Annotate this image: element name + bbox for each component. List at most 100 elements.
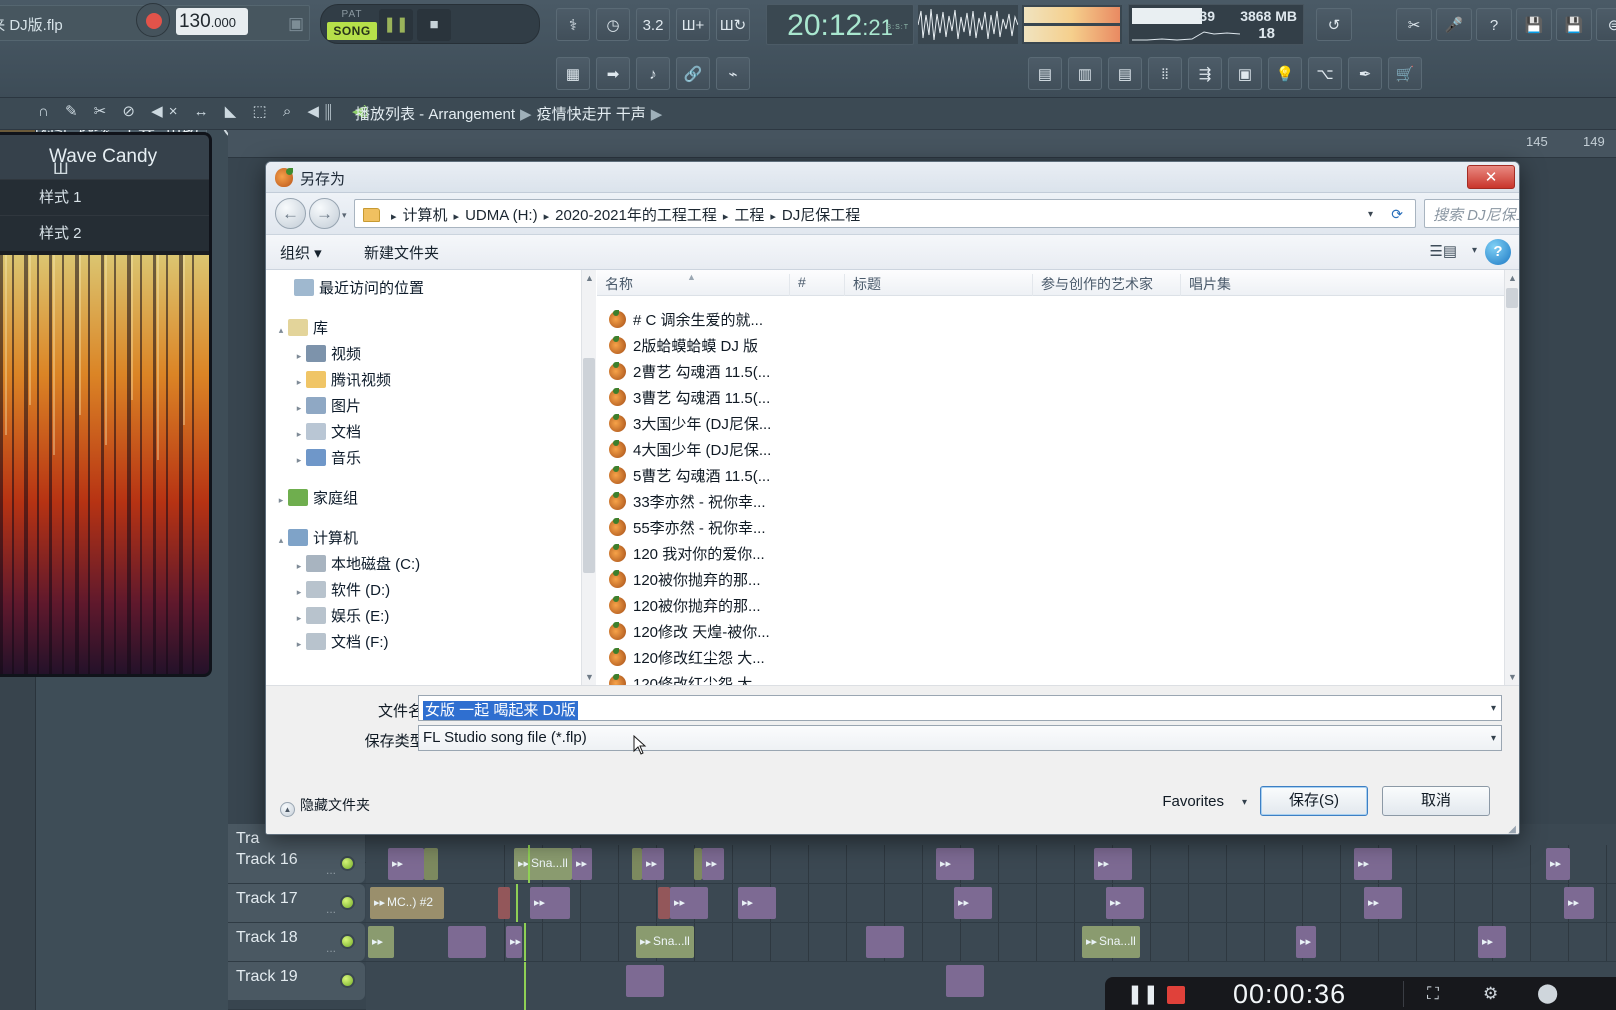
- save-as-dialog[interactable]: 另存为 ✕ ← → ▾ ▸ 计算机 ▸ UDMA (H:) ▸ 2020-2021年的工程…: [265, 161, 1520, 835]
- playlist-clip[interactable]: ▸▸: [530, 887, 570, 919]
- browser-icon[interactable]: ▤: [1108, 57, 1142, 90]
- tree-item-computer[interactable]: ▴ 计算机: [266, 526, 595, 552]
- close-icon[interactable]: ✕: [1467, 165, 1515, 189]
- chevron-down-icon[interactable]: ▾: [1242, 797, 1247, 808]
- playlist-clip[interactable]: ▸▸: [1354, 848, 1392, 880]
- track-row[interactable]: Track 16 ... ▸▸ ▸▸ Sna...ll ▸▸ ▸▸ ▸▸ ▸▸ …: [228, 845, 1616, 884]
- save-button[interactable]: 保存(S): [1260, 786, 1368, 816]
- camera-icon[interactable]: ⬤: [1537, 982, 1558, 1005]
- save-as-icon[interactable]: 💾: [1556, 8, 1592, 41]
- playlist-clip[interactable]: ▸▸ Sna...ll: [514, 848, 572, 880]
- search-input[interactable]: 搜索 DJ尼保工程 ⌕: [1424, 199, 1519, 228]
- expand-icon[interactable]: ▸: [292, 631, 306, 657]
- record-button[interactable]: [136, 3, 170, 37]
- piano-roll-icon[interactable]: ▥: [1068, 57, 1102, 90]
- breadcrumb-segment[interactable]: 工程: [734, 207, 764, 224]
- track-enable-led[interactable]: [340, 973, 355, 988]
- track-options-icon[interactable]: ...: [326, 941, 336, 955]
- link-tool-icon[interactable]: 🔗: [676, 57, 710, 90]
- expand-icon[interactable]: ▸: [292, 605, 306, 631]
- file-list-item[interactable]: 120修改红尘怨 大...: [597, 646, 1519, 672]
- column-header-number[interactable]: #: [789, 274, 844, 296]
- new-folder-button[interactable]: 新建文件夹: [364, 242, 439, 263]
- playlist-clip[interactable]: [626, 965, 664, 997]
- overlay-notes-icon[interactable]: Ш+: [676, 8, 710, 41]
- track-enable-led[interactable]: [340, 856, 355, 871]
- playlist-clip[interactable]: ▸▸ Sna...ll: [636, 926, 694, 958]
- file-list-item[interactable]: 120被你抛弃的那...: [597, 594, 1519, 620]
- breadcrumb-playlist[interactable]: 播放列表 - Arrangement: [355, 106, 515, 123]
- tree-item-videos[interactable]: ▸ 视频: [266, 342, 595, 368]
- resize-handle-icon[interactable]: ◢: [1508, 824, 1516, 834]
- column-header-row[interactable]: 名称 ▲ # 标题 参与创作的艺术家 唱片集: [597, 270, 1519, 296]
- track-lane[interactable]: ▸▸ ▸▸ Sna...ll ▸▸ ▸▸ ▸▸ ▸▸ ▸▸ ▸▸ ▸▸: [366, 845, 1616, 883]
- file-list-item[interactable]: 3大国少年 (DJ尼保...: [597, 412, 1519, 438]
- playlist-clip[interactable]: ▸▸: [388, 848, 424, 880]
- playlist-clip[interactable]: [498, 887, 510, 919]
- count-in-icon[interactable]: 3.2: [636, 8, 670, 41]
- file-list-item[interactable]: 55李亦然 - 祝你幸...: [597, 516, 1519, 542]
- project-menu-icon[interactable]: ▣: [286, 14, 306, 36]
- metronome-icon[interactable]: ⚕: [556, 8, 590, 41]
- chevron-down-icon[interactable]: ▾: [1368, 209, 1373, 220]
- expand-icon[interactable]: ▸: [292, 395, 306, 421]
- tree-item-recent-places[interactable]: 最近访问的位置: [266, 276, 595, 302]
- scrollbar-thumb[interactable]: [583, 358, 595, 573]
- channel-rack-icon[interactable]: ▤: [1028, 57, 1062, 90]
- wave-candy-window[interactable]: Ш Wave Candy 样式 1 样式 2: [0, 132, 212, 677]
- navpane-scrollbar[interactable]: ▲ ▼: [581, 270, 596, 685]
- column-header-artists[interactable]: 参与创作的艺术家: [1032, 274, 1180, 296]
- track-header[interactable]: Track 16 ...: [228, 845, 365, 883]
- track-lane[interactable]: ▸▸ MC..) #2 ▸▸ ▸▸ ▸▸ ▸▸ ▸▸ ▸▸ ▸▸: [366, 884, 1616, 922]
- playlist-grid-icon[interactable]: ▦: [556, 57, 590, 90]
- file-list-item[interactable]: # C 调余生爱的就...: [597, 308, 1519, 334]
- undo-icon[interactable]: ↺: [1316, 8, 1352, 41]
- playlist-clip[interactable]: ▸▸: [368, 926, 394, 958]
- track-header[interactable]: Track 19: [228, 962, 365, 1000]
- tree-item-disk-f[interactable]: ▸ 文档 (F:): [266, 630, 595, 656]
- file-list-item[interactable]: 33李亦然 - 祝你幸...: [597, 490, 1519, 516]
- wait-for-input-icon[interactable]: ◷: [596, 8, 630, 41]
- playlist-clip[interactable]: ▸▸: [1296, 926, 1316, 958]
- file-list-item[interactable]: 5曹艺 勾魂酒 11.5(...: [597, 464, 1519, 490]
- pause-icon[interactable]: ❚❚: [1127, 983, 1159, 1006]
- expand-icon[interactable]: ▸: [292, 343, 306, 369]
- breadcrumb-clip[interactable]: 疫情快走开 干声: [537, 106, 646, 123]
- time-display[interactable]: B:S:T 20:12:21: [766, 4, 914, 45]
- track-row[interactable]: Track 18 ... ▸▸ ▸▸ ▸▸ Sna...ll ▸▸ Sna...…: [228, 923, 1616, 962]
- expand-icon[interactable]: ▸: [292, 447, 306, 473]
- track-header[interactable]: Track 17 ...: [228, 884, 365, 922]
- tree-item-disk-d[interactable]: ▸ 软件 (D:): [266, 578, 595, 604]
- automation-icon[interactable]: ⌥: [1308, 57, 1342, 90]
- playlist-clip[interactable]: ▸▸ MC..) #2: [370, 887, 444, 919]
- track-options-icon[interactable]: ...: [326, 902, 336, 916]
- track-options-icon[interactable]: ...: [326, 863, 336, 877]
- track-enable-led[interactable]: [340, 934, 355, 949]
- back-arrow-icon[interactable]: ←: [275, 198, 306, 229]
- file-list-item[interactable]: 3曹艺 勾魂酒 11.5(...: [597, 386, 1519, 412]
- clipboard-icon[interactable]: ▣: [1228, 57, 1262, 90]
- playlist-clip[interactable]: ▸▸: [1546, 848, 1570, 880]
- track-enable-led[interactable]: [340, 895, 355, 910]
- playlist-clip[interactable]: [424, 848, 438, 880]
- step-sequencer-icon[interactable]: ⇶: [1188, 57, 1222, 90]
- track-lane[interactable]: ▸▸ ▸▸ ▸▸ Sna...ll ▸▸ Sna...ll ▸▸ ▸▸: [366, 923, 1616, 961]
- playlist-clip[interactable]: ▸▸: [1094, 848, 1132, 880]
- cut-tool-icon[interactable]: ✂: [1396, 8, 1432, 41]
- online-icon[interactable]: ✒: [1348, 57, 1382, 90]
- playlist-clip[interactable]: ▸▸: [506, 926, 522, 958]
- wave-candy-preset[interactable]: 样式 2: [0, 215, 209, 251]
- chevron-down-icon[interactable]: ▾: [1491, 733, 1496, 744]
- address-bar[interactable]: ▸ 计算机 ▸ UDMA (H:) ▸ 2020-2021年的工程工程 ▸ 工程 ▸ DJ尼保工程…: [354, 199, 1416, 228]
- file-list-item[interactable]: 120 我对你的爱你...: [597, 542, 1519, 568]
- tree-item-music[interactable]: ▸ 音乐: [266, 446, 595, 472]
- filetype-select[interactable]: FL Studio song file (*.flp) ▾: [418, 725, 1502, 751]
- tempo-display[interactable]: 130.000: [176, 8, 248, 35]
- favorites-dropdown[interactable]: Favorites: [1162, 793, 1224, 810]
- file-list-item[interactable]: 4大国少年 (DJ尼保...: [597, 438, 1519, 464]
- wave-candy-titlebar[interactable]: Ш Wave Candy: [0, 135, 209, 179]
- expand-icon[interactable]: ▸: [292, 369, 306, 395]
- playlist-clip[interactable]: ▸▸: [1564, 887, 1594, 919]
- playlist-clip[interactable]: [658, 887, 670, 919]
- slice-tool-icon[interactable]: ♪: [636, 57, 670, 90]
